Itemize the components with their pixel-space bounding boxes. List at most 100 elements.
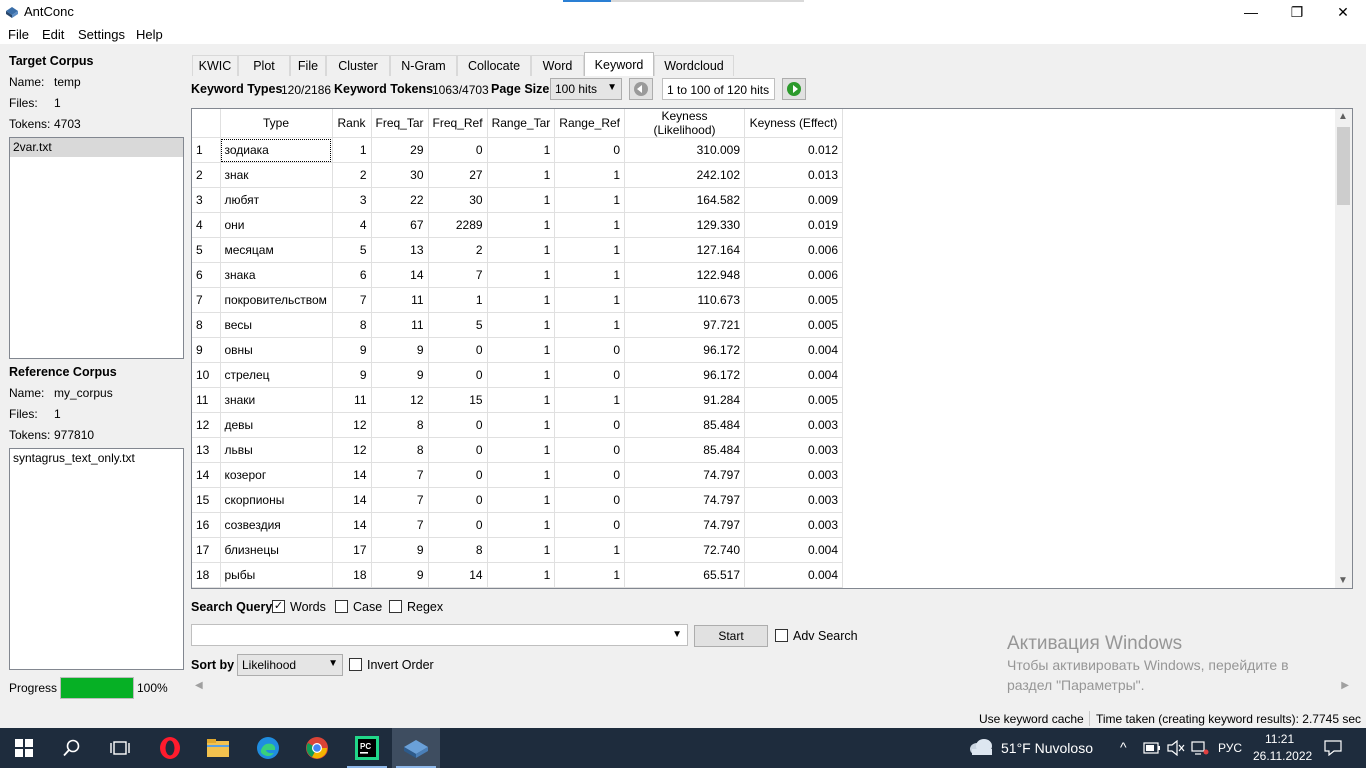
type-cell[interactable]: близнецы: [220, 537, 333, 563]
keyness-likelihood-cell[interactable]: 74.797: [624, 487, 745, 513]
keyword-results-table[interactable]: Type Rank Freq_Tar Freq_Ref Range_Tar Ra…: [191, 108, 1353, 589]
chevron-down-icon[interactable]: ▼: [672, 629, 682, 640]
list-item[interactable]: 2var.txt: [10, 138, 183, 157]
type-cell[interactable]: весы: [220, 312, 333, 338]
keyness-effect-cell[interactable]: 0.003: [744, 412, 843, 438]
freq-tar-cell[interactable]: 29: [371, 137, 429, 163]
row-number[interactable]: 5: [192, 237, 221, 263]
rank-cell[interactable]: 3: [332, 187, 372, 213]
range-ref-cell[interactable]: 1: [554, 537, 625, 563]
weather-text[interactable]: 51°F Nuvoloso: [1001, 740, 1093, 756]
range-tar-cell[interactable]: 1: [487, 312, 556, 338]
freq-tar-cell[interactable]: 7: [371, 487, 429, 513]
type-cell[interactable]: месяцам: [220, 237, 333, 263]
speaker-muted-icon[interactable]: [1167, 740, 1185, 756]
type-cell[interactable]: девы: [220, 412, 333, 438]
table-row[interactable]: 13 львы 12 8 0 1 0 85.484 0.003: [192, 437, 843, 463]
keyness-likelihood-cell[interactable]: 129.330: [624, 212, 745, 238]
clock-date[interactable]: 26.11.2022: [1253, 749, 1312, 763]
task-view-button[interactable]: [96, 728, 144, 768]
type-cell[interactable]: рыбы: [220, 562, 333, 588]
rank-cell[interactable]: 14: [332, 512, 372, 538]
table-row[interactable]: 5 месяцам 5 13 2 1 1 127.164 0.006: [192, 237, 843, 263]
menu-edit[interactable]: Edit: [42, 27, 64, 42]
invert-order-checkbox[interactable]: [349, 658, 362, 671]
tab-cluster[interactable]: Cluster: [326, 55, 390, 76]
rank-cell[interactable]: 8: [332, 312, 372, 338]
keyness-effect-cell[interactable]: 0.004: [744, 562, 843, 588]
column-header-freq-ref[interactable]: Freq_Ref: [428, 109, 488, 138]
range-tar-cell[interactable]: 1: [487, 387, 556, 413]
search-query-input[interactable]: ▼: [191, 624, 688, 646]
type-cell[interactable]: покровительством: [220, 287, 333, 313]
type-cell[interactable]: созвездия: [220, 512, 333, 538]
keyness-likelihood-cell[interactable]: 164.582: [624, 187, 745, 213]
range-ref-cell[interactable]: 1: [554, 387, 625, 413]
keyness-effect-cell[interactable]: 0.003: [744, 512, 843, 538]
column-header-rank[interactable]: Rank: [332, 109, 372, 138]
target-files-list[interactable]: 2var.txt: [9, 137, 184, 359]
words-checkbox[interactable]: ✓: [272, 600, 285, 613]
antconc-taskbar-button[interactable]: [392, 728, 440, 768]
row-number[interactable]: 13: [192, 437, 221, 463]
row-number[interactable]: 8: [192, 312, 221, 338]
table-row[interactable]: 9 овны 9 9 0 1 0 96.172 0.004: [192, 337, 843, 363]
rank-cell[interactable]: 7: [332, 287, 372, 313]
keyness-effect-cell[interactable]: 0.005: [744, 312, 843, 338]
row-number[interactable]: 3: [192, 187, 221, 213]
freq-ref-cell[interactable]: 15: [428, 387, 488, 413]
range-tar-cell[interactable]: 1: [487, 562, 556, 588]
freq-ref-cell[interactable]: 27: [428, 162, 488, 188]
freq-ref-cell[interactable]: 0: [428, 512, 488, 538]
scroll-up-icon[interactable]: ▲: [1338, 111, 1348, 122]
range-tar-cell[interactable]: 1: [487, 162, 556, 188]
freq-ref-cell[interactable]: 7: [428, 262, 488, 288]
range-tar-cell[interactable]: 1: [487, 462, 556, 488]
row-number[interactable]: 2: [192, 162, 221, 188]
table-row[interactable]: 17 близнецы 17 9 8 1 1 72.740 0.004: [192, 537, 843, 563]
range-tar-cell[interactable]: 1: [487, 512, 556, 538]
freq-tar-cell[interactable]: 22: [371, 187, 429, 213]
chevron-up-icon[interactable]: ^: [1120, 739, 1127, 755]
freq-tar-cell[interactable]: 67: [371, 212, 429, 238]
battery-icon[interactable]: [1143, 742, 1161, 754]
column-header-range-ref[interactable]: Range_Ref: [554, 109, 625, 138]
rank-cell[interactable]: 6: [332, 262, 372, 288]
keyness-effect-cell[interactable]: 0.005: [744, 387, 843, 413]
keyness-likelihood-cell[interactable]: 85.484: [624, 437, 745, 463]
range-tar-cell[interactable]: 1: [487, 362, 556, 388]
range-ref-cell[interactable]: 1: [554, 287, 625, 313]
range-tar-cell[interactable]: 1: [487, 287, 556, 313]
close-button[interactable]: ✕: [1320, 0, 1366, 24]
range-tar-cell[interactable]: 1: [487, 212, 556, 238]
column-header-keyness-effect[interactable]: Keyness (Effect): [744, 109, 843, 138]
range-ref-cell[interactable]: 1: [554, 237, 625, 263]
rank-cell[interactable]: 4: [332, 212, 372, 238]
vertical-scrollbar[interactable]: ▲ ▼: [1335, 109, 1352, 588]
rank-cell[interactable]: 9: [332, 337, 372, 363]
keyness-effect-cell[interactable]: 0.013: [744, 162, 843, 188]
freq-ref-cell[interactable]: 0: [428, 337, 488, 363]
keyness-likelihood-cell[interactable]: 72.740: [624, 537, 745, 563]
freq-ref-cell[interactable]: 0: [428, 462, 488, 488]
search-button[interactable]: [48, 728, 96, 768]
rank-cell[interactable]: 17: [332, 537, 372, 563]
freq-tar-cell[interactable]: 14: [371, 262, 429, 288]
scroll-down-icon[interactable]: ▼: [1338, 575, 1348, 586]
range-ref-cell[interactable]: 1: [554, 262, 625, 288]
table-row[interactable]: 6 знака 6 14 7 1 1 122.948 0.006: [192, 262, 843, 288]
opera-taskbar-button[interactable]: [146, 728, 194, 768]
table-row[interactable]: 18 рыбы 18 9 14 1 1 65.517 0.004: [192, 562, 843, 588]
range-ref-cell[interactable]: 0: [554, 362, 625, 388]
range-tar-cell[interactable]: 1: [487, 262, 556, 288]
table-row[interactable]: 1 зодиака 1 29 0 1 0 310.009 0.012: [192, 137, 843, 163]
keyness-effect-cell[interactable]: 0.006: [744, 262, 843, 288]
start-button[interactable]: [0, 728, 48, 768]
keyness-likelihood-cell[interactable]: 127.164: [624, 237, 745, 263]
range-tar-cell[interactable]: 1: [487, 412, 556, 438]
freq-ref-cell[interactable]: 14: [428, 562, 488, 588]
tab-wordcloud[interactable]: Wordcloud: [654, 55, 734, 76]
row-number[interactable]: 7: [192, 287, 221, 313]
range-tar-cell[interactable]: 1: [487, 237, 556, 263]
list-item[interactable]: syntagrus_text_only.txt: [10, 449, 183, 468]
